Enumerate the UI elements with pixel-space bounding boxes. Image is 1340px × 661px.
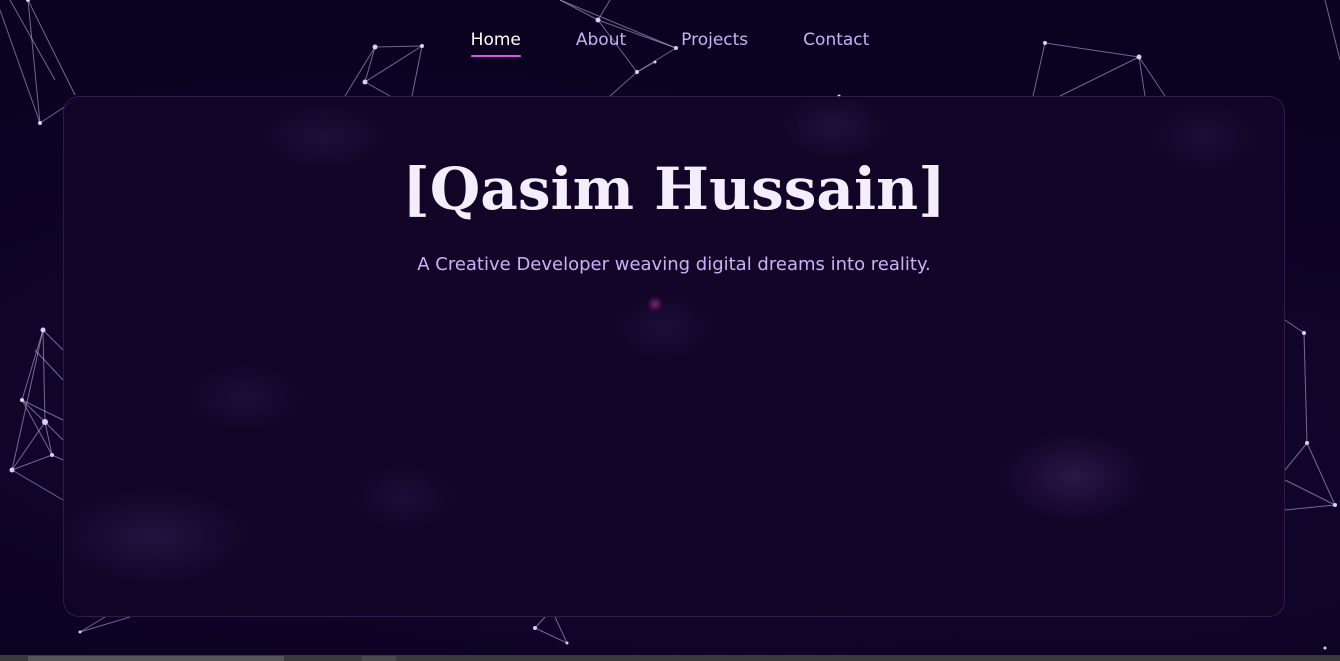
- nav-link-contact[interactable]: Contact: [803, 30, 869, 56]
- particle-cluster-right: [1284, 319, 1337, 511]
- scrollbar-thumb[interactable]: [28, 656, 284, 661]
- hero-title: [Qasim Hussain]: [402, 155, 946, 223]
- particle-cluster-bottom: [78, 616, 1327, 650]
- main-navigation: Home About Projects Contact: [0, 30, 1340, 57]
- nav-link-projects[interactable]: Projects: [681, 30, 748, 56]
- hero-subtitle: A Creative Developer weaving digital dre…: [417, 254, 931, 275]
- scrollbar-segment: [362, 656, 396, 661]
- page: Home About Projects Contact [Qasim Hussa…: [0, 0, 1340, 661]
- cursor-glow-dot: [647, 296, 663, 312]
- nav-link-home[interactable]: Home: [470, 30, 522, 57]
- hero-card: [Qasim Hussain] A Creative Developer wea…: [63, 96, 1285, 617]
- horizontal-scrollbar[interactable]: [0, 655, 1340, 661]
- nav-link-about[interactable]: About: [576, 30, 626, 56]
- particle-cluster-left: [9, 327, 64, 501]
